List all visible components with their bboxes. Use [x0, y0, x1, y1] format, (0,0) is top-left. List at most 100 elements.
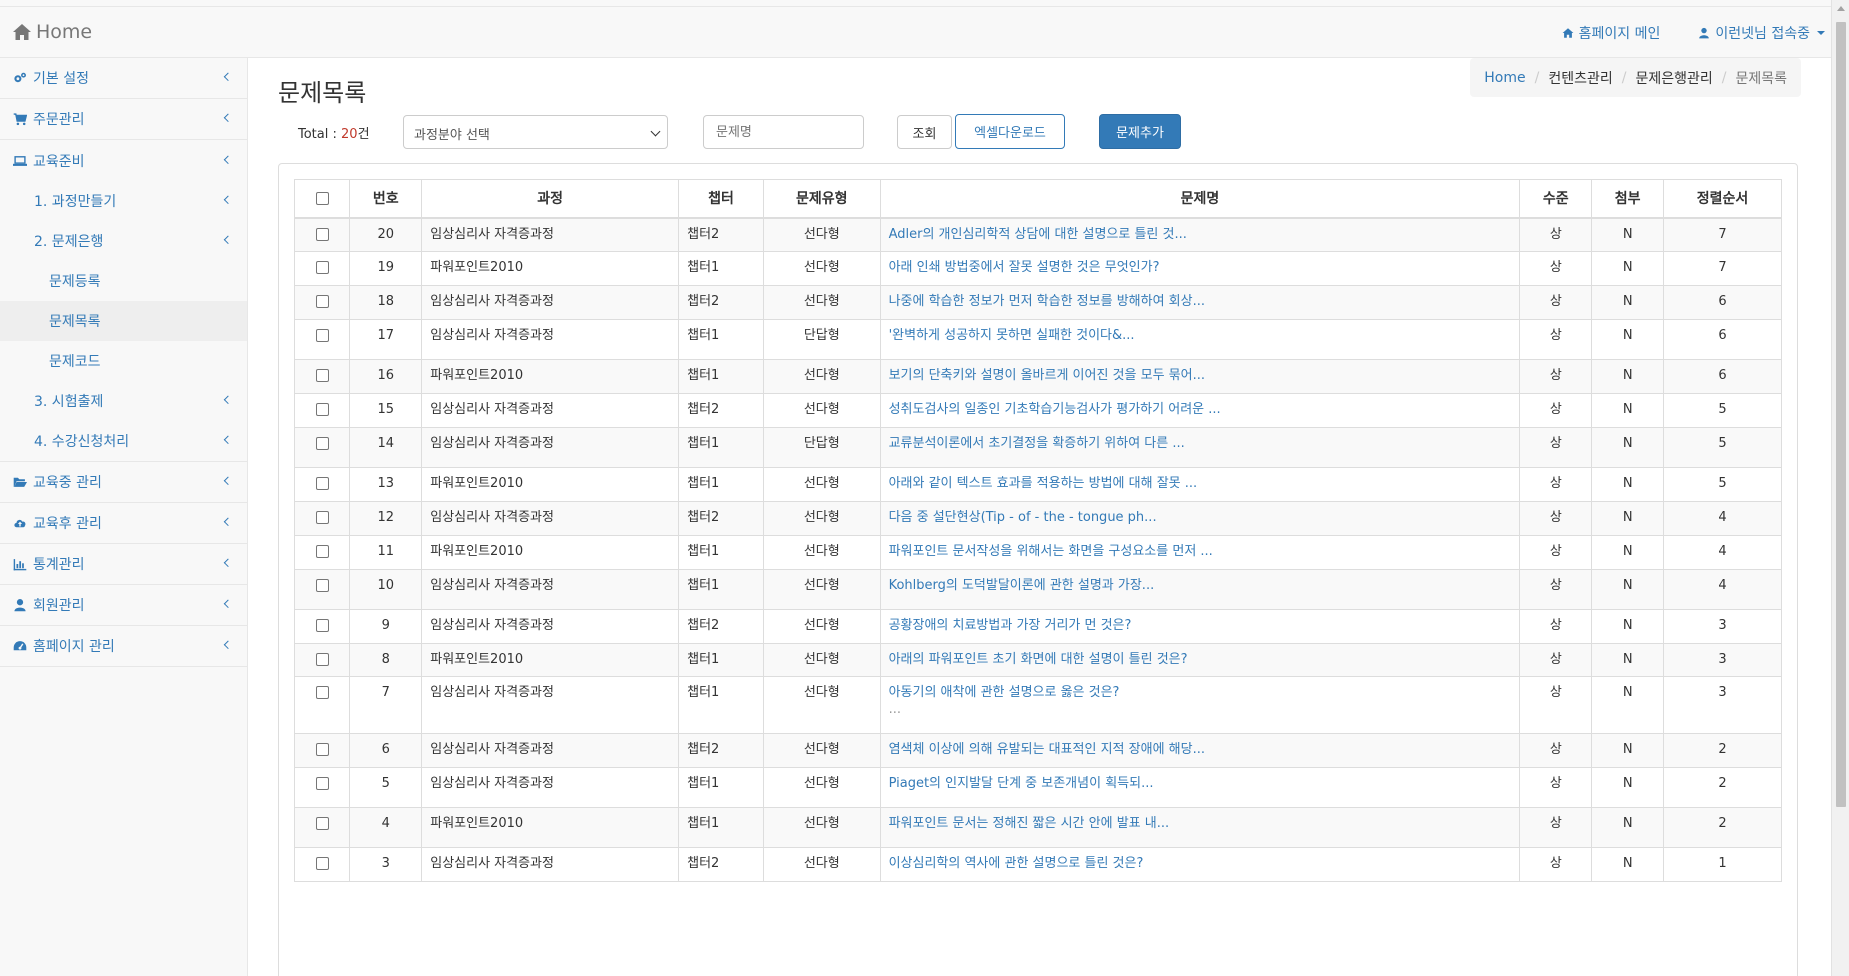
question-title-link[interactable]: 아래와 같이 텍스트 효과를 적용하는 방법에 대해 잘못 ... [889, 476, 1198, 491]
sidebar-item-homepage[interactable]: 홈페이지 관리 [0, 626, 247, 667]
table-row[interactable]: 13 파워포인트2010 챕터1 선다형 아래와 같이 텍스트 효과를 적용하는 방법에… [293, 466, 1782, 502]
row-checkbox[interactable] [315, 436, 329, 450]
table-row[interactable]: 9 임상심리사 자격증과정 챕터2 선다형 공황장애의 치료방법과 가장 거리가 먼 것… [293, 608, 1782, 644]
sidebar-item-in-education[interactable]: 교육중 관리 [0, 462, 247, 503]
question-title-link[interactable]: 파워포인트 문서작성을 위해서는 화면을 구성요소를 먼저 ... [889, 544, 1213, 559]
breadcrumb-content-mgmt[interactable]: 컨텐츠관리 [1548, 68, 1612, 88]
cell-chapter: 챕터1 [678, 319, 764, 361]
sidebar-sub3-question-code[interactable]: 문제코드 [0, 341, 247, 381]
question-name-input[interactable] [703, 115, 864, 149]
sidebar-sub3-question-register[interactable]: 문제등록 [0, 261, 247, 301]
question-title-link[interactable]: 이상심리학의 역사에 관한 설명으로 틀린 것은? [889, 856, 1144, 871]
user-menu-dropdown[interactable]: 이런넷님 접속중 [1698, 23, 1825, 43]
row-checkbox[interactable] [315, 618, 329, 632]
add-question-button[interactable]: 문제추가 [1099, 114, 1181, 149]
question-title-link[interactable]: 파워포인트 문서는 정해진 짧은 시간 안에 발표 내... [889, 816, 1170, 831]
column-header[interactable]: 과정 [421, 179, 680, 219]
question-title-link[interactable]: 성취도검사의 일종인 기초학습기능검사가 평가하기 어려운 ... [889, 402, 1221, 417]
table-row[interactable]: 7 임상심리사 자격증과정 챕터1 선다형 아동기의 애착에 관한 설명으로 옳은 것은… [293, 676, 1782, 735]
question-title-link[interactable]: Kohlberg의 도덕발달이론에 관한 설명과 가장... [889, 578, 1155, 593]
column-header[interactable]: 수준 [1519, 179, 1593, 219]
sidebar-sub3-question-list[interactable]: 문제목록 [0, 301, 247, 341]
question-title-link[interactable]: Piaget의 인지발달 단계 중 보존개념이 획득되... [889, 776, 1154, 791]
column-header[interactable]: 정렬순서 [1663, 179, 1782, 219]
table-row[interactable]: 5 임상심리사 자격증과정 챕터1 선다형 Piaget의 인지발달 단계 중 보존개념… [293, 767, 1782, 809]
scroll-up-arrow-icon[interactable] [1837, 6, 1845, 11]
row-checkbox[interactable] [315, 578, 329, 592]
row-checkbox[interactable] [315, 329, 329, 343]
column-header[interactable]: 첨부 [1591, 179, 1665, 219]
cell-no: 9 [349, 608, 423, 644]
sidebar-item-education-prep[interactable]: 교육준비 [0, 140, 247, 181]
table-row[interactable]: 11 파워포인트2010 챕터1 선다형 파워포인트 문서작성을 위해서는 화면을 구성… [293, 534, 1782, 570]
row-checkbox[interactable] [315, 403, 329, 417]
search-button[interactable]: 조회 [897, 115, 952, 149]
question-title-link[interactable]: 나중에 학습한 정보가 먼저 학습한 정보를 방해하여 회상... [889, 294, 1205, 309]
question-title-link[interactable]: 아래 인쇄 방법중에서 잘못 설명한 것은 무엇인가? [889, 260, 1160, 275]
cell-order: 3 [1663, 642, 1782, 678]
sidebar-item-basic-settings[interactable]: 기본 설정 [0, 58, 247, 99]
table-row[interactable]: 19 파워포인트2010 챕터1 선다형 아래 인쇄 방법중에서 잘못 설명한 것은 무… [293, 251, 1782, 287]
table-row[interactable]: 18 임상심리사 자격증과정 챕터2 선다형 나중에 학습한 정보가 먼저 학습한 정보… [293, 285, 1782, 321]
sidebar-item-post-education[interactable]: 교육후 관리 [0, 503, 247, 544]
table-row[interactable]: 20 임상심리사 자격증과정 챕터2 선다형 Adler의 개인심리학적 상담에 대한 … [293, 216, 1782, 253]
row-checkbox[interactable] [315, 777, 329, 791]
row-checkbox[interactable] [315, 510, 329, 524]
table-row[interactable]: 8 파워포인트2010 챕터1 선다형 아래의 파워포인트 초기 화면에 대한 설명이 … [293, 642, 1782, 678]
column-header[interactable]: 챕터 [678, 179, 764, 219]
sidebar-sub-exam-setting[interactable]: 3. 시험출제 [0, 381, 247, 421]
question-title-link[interactable]: '완벽하게 성공하지 못하면 실패한 것이다&... [889, 328, 1135, 343]
question-title-link[interactable]: 교류분석이론에서 초기결정을 확증하기 위하여 다른 ... [889, 436, 1185, 451]
sidebar-sub-question-bank[interactable]: 2. 문제은행 [0, 221, 247, 261]
row-checkbox[interactable] [315, 295, 329, 309]
row-checkbox[interactable] [315, 261, 329, 275]
table-header-row: 번호 과정 챕터 문제유형 문제명 수준 첨부 정렬순서 [293, 179, 1782, 219]
scroll-thumb[interactable] [1836, 22, 1846, 807]
excel-download-button[interactable]: 엑셀다운로드 [955, 114, 1065, 149]
row-checkbox[interactable] [315, 369, 329, 383]
table-row[interactable]: 14 임상심리사 자격증과정 챕터1 단답형 교류분석이론에서 초기결정을 확증하기 위… [293, 426, 1782, 468]
table-row[interactable]: 16 파워포인트2010 챕터1 선다형 보기의 단축키와 설명이 올바르게 이어진 것… [293, 359, 1782, 395]
question-title-link[interactable]: 염색체 이상에 의해 유발되는 대표적인 지적 장애에 해당... [889, 742, 1205, 757]
table-row[interactable]: 17 임상심리사 자격증과정 챕터1 단답형 '완벽하게 성공하지 못하면 실패한 것이… [293, 319, 1782, 361]
brand-home-link[interactable]: Home [12, 21, 92, 43]
question-title-link[interactable]: 아동기의 애착에 관한 설명으로 옳은 것은? [889, 685, 1120, 700]
sidebar-item-statistics[interactable]: 통계관리 [0, 544, 247, 585]
column-header[interactable]: 문제유형 [762, 179, 881, 219]
table-row[interactable]: 6 임상심리사 자격증과정 챕터2 선다형 염색체 이상에 의해 유발되는 대표적인 지… [293, 733, 1782, 769]
select-all-header [293, 179, 351, 219]
select-all-checkbox[interactable] [315, 191, 329, 205]
column-header[interactable]: 문제명 [879, 179, 1521, 219]
page-scrollbar[interactable] [1831, 0, 1849, 976]
column-header[interactable]: 번호 [349, 179, 423, 219]
row-checkbox[interactable] [315, 857, 329, 871]
course-category-select[interactable]: 과정분야 선택 [403, 115, 668, 149]
row-checkbox[interactable] [315, 476, 329, 490]
row-checkbox[interactable] [315, 227, 329, 241]
row-checkbox-cell [293, 733, 351, 769]
breadcrumb-question-bank[interactable]: 문제은행관리 [1635, 68, 1712, 88]
question-title-link[interactable]: Adler의 개인심리학적 상담에 대한 설명으로 틀린 것... [889, 227, 1187, 242]
sidebar-sub-create-course[interactable]: 1. 과정만들기 [0, 181, 247, 221]
breadcrumb-home[interactable]: Home [1484, 70, 1525, 86]
question-title-link[interactable]: 공황장애의 치료방법과 가장 거리가 먼 것은? [889, 618, 1132, 633]
row-checkbox[interactable] [315, 817, 329, 831]
table-row[interactable]: 4 파워포인트2010 챕터1 선다형 파워포인트 문서는 정해진 짧은 시간 안에 발… [293, 807, 1782, 849]
row-checkbox[interactable] [315, 743, 329, 757]
question-title-link[interactable]: 아래의 파워포인트 초기 화면에 대한 설명이 틀린 것은? [889, 652, 1188, 667]
row-checkbox[interactable] [315, 652, 329, 666]
sidebar-item-members[interactable]: 회원관리 [0, 585, 247, 626]
homepage-main-link[interactable]: 홈페이지 메인 [1562, 23, 1660, 43]
question-title-link[interactable]: 다음 중 설단현상(Tip - of - the - tongue ph... [889, 510, 1157, 525]
row-checkbox[interactable] [315, 544, 329, 558]
question-title-link[interactable]: 보기의 단축키와 설명이 올바르게 이어진 것을 모두 묶어... [889, 368, 1205, 383]
row-checkbox[interactable] [315, 686, 329, 700]
table-row[interactable]: 3 임상심리사 자격증과정 챕터2 선다형 이상심리학의 역사에 관한 설명으로 틀린 … [293, 847, 1782, 883]
sidebar-sub-enrollment[interactable]: 4. 수강신청처리 [0, 421, 247, 461]
cell-type: 선다형 [762, 500, 881, 536]
table-row[interactable]: 12 임상심리사 자격증과정 챕터2 선다형 다음 중 설단현상(Tip - of - … [293, 500, 1782, 536]
table-row[interactable]: 15 임상심리사 자격증과정 챕터2 선다형 성취도검사의 일종인 기초학습기능검사가 … [293, 393, 1782, 428]
sidebar-item-orders[interactable]: 주문관리 [0, 99, 247, 140]
table-row[interactable]: 10 임상심리사 자격증과정 챕터1 선다형 Kohlberg의 도덕발달이론에 관한 … [293, 568, 1782, 610]
cell-no: 3 [349, 847, 423, 883]
